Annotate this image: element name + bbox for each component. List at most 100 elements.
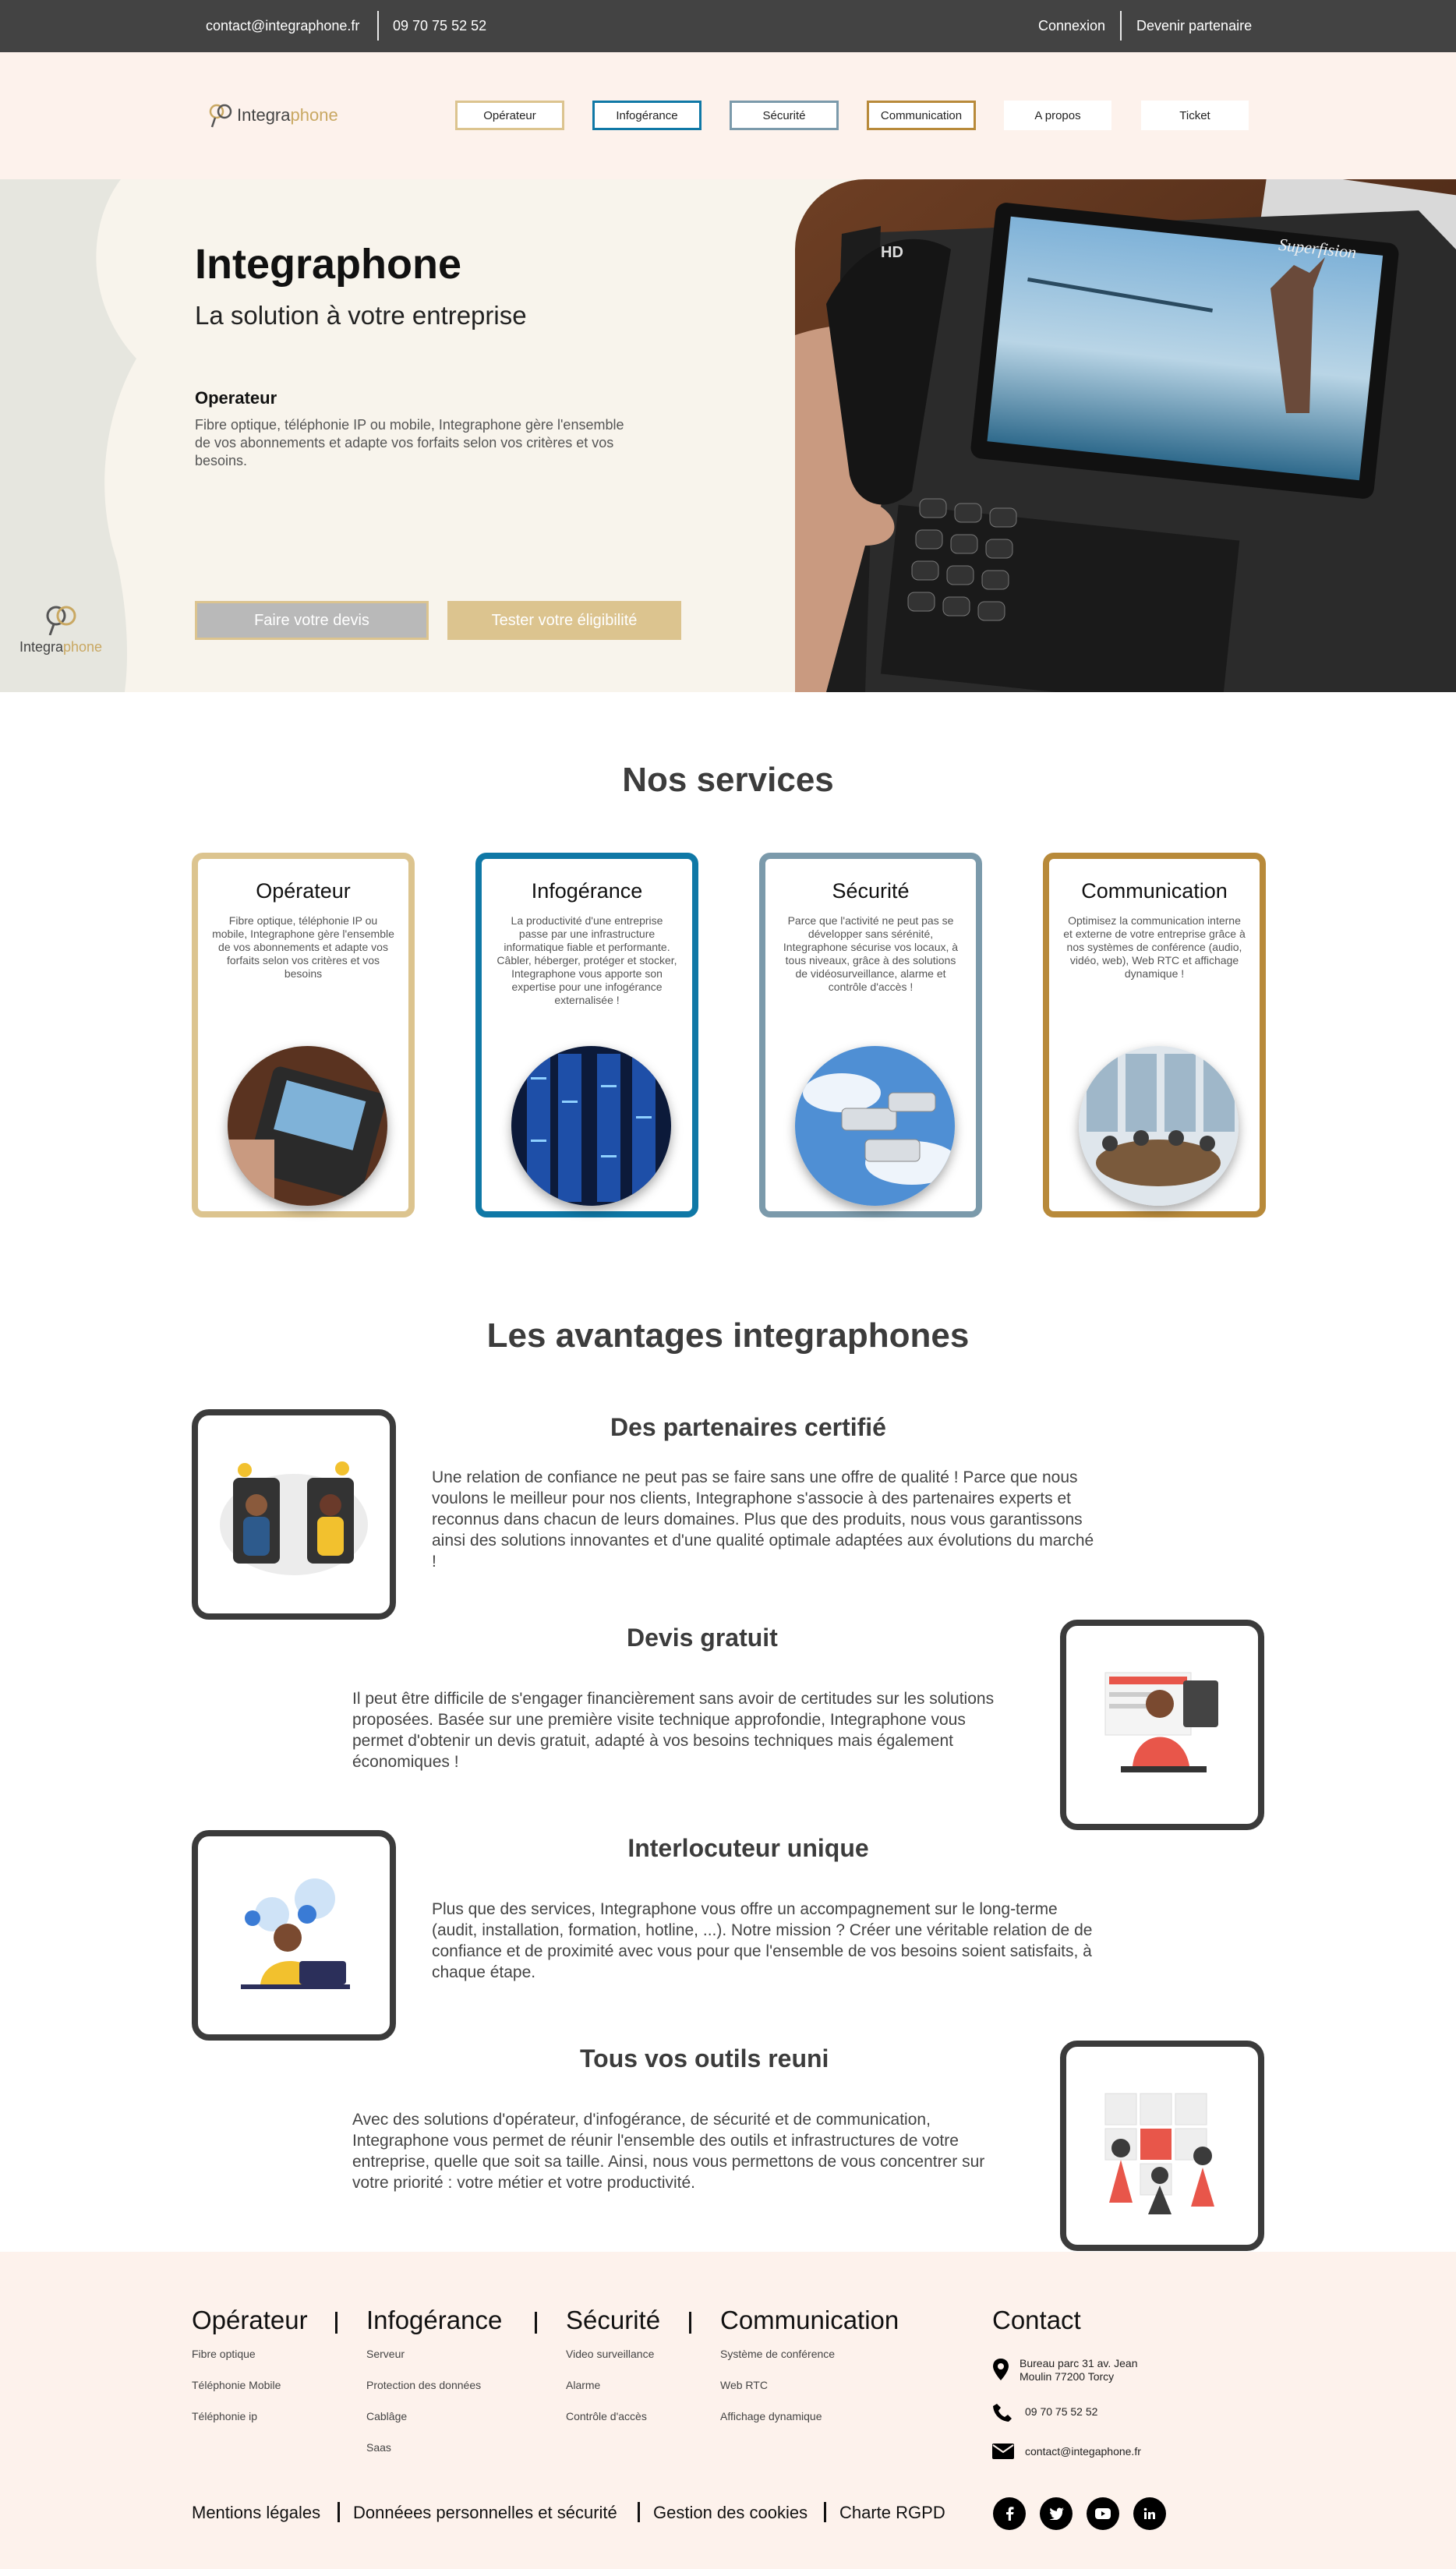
nav-a-propos[interactable]: A propos: [1004, 101, 1111, 130]
privacy-link[interactable]: Donnéees personnelles et sécurité: [353, 2503, 617, 2523]
contact-phone[interactable]: 09 70 75 52 52: [1025, 2405, 1097, 2418]
facebook-icon[interactable]: [993, 2497, 1026, 2530]
service-card-text: La productivité d'une entreprise passe p…: [497, 914, 677, 1006]
advantage-illustration-partners: [192, 1409, 396, 1620]
divider: [377, 11, 379, 41]
main-nav: Integra phone Opérateur Infogérance Sécur…: [0, 52, 1456, 179]
logo-text-a: Integra: [237, 105, 291, 125]
divider: [824, 2502, 826, 2522]
topbar-phone-link[interactable]: 09 70 75 52 52: [393, 18, 486, 34]
service-card-title: Communication: [1081, 879, 1228, 903]
legal-link[interactable]: Mentions légales: [192, 2503, 320, 2523]
twitter-icon[interactable]: [1040, 2497, 1073, 2530]
divider: [638, 2502, 640, 2522]
logo-text-b: phone: [290, 105, 338, 125]
advantage-text: Il peut être difficile de s'engager fina…: [352, 1690, 995, 1771]
service-card-securite[interactable]: Sécurité Parce que l'activité ne peut pa…: [759, 853, 982, 1217]
cookies-link[interactable]: Gestion des cookies: [653, 2503, 808, 2523]
nav-communication[interactable]: Communication: [867, 101, 976, 130]
footer-col-title[interactable]: Opérateur: [192, 2306, 308, 2335]
hero-phone-image: HD Superfision: [795, 179, 1456, 692]
hero-side-logo: Integraphone: [6, 604, 115, 656]
topbar-email-link[interactable]: contact@integraphone.fr: [206, 18, 359, 34]
footer-col-title[interactable]: Sécurité: [566, 2306, 660, 2335]
service-card-title: Opérateur: [256, 879, 351, 903]
advantage-title: Devis gratuit: [627, 1624, 778, 1652]
eligibility-button[interactable]: Tester votre éligibilité: [447, 601, 681, 640]
nav-securite[interactable]: Sécurité: [730, 101, 839, 130]
contact-address-line1: Bureau parc 31 av. Jean: [1020, 2357, 1138, 2369]
advantage-title: Tous vos outils reuni: [580, 2044, 829, 2073]
footer-link[interactable]: Système de conférence: [720, 2348, 835, 2360]
nav-operateur[interactable]: Opérateur: [455, 101, 564, 130]
service-card-title: Sécurité: [832, 879, 910, 903]
footer-col-title[interactable]: Infogérance: [366, 2306, 502, 2335]
footer-link[interactable]: Téléphonie Mobile: [192, 2379, 281, 2391]
service-card-text: Parce que l'activité ne peut pas se déve…: [783, 914, 959, 993]
service-card-text: Optimisez la communication interne et ex…: [1063, 914, 1246, 980]
service-card-image-cameras: [795, 1046, 955, 1206]
service-card-title: Infogérance: [531, 879, 643, 903]
hero-section-text: Fibre optique, téléphonie IP ou mobile, …: [195, 417, 624, 468]
hero-title: Integraphone: [195, 241, 462, 288]
advantage-title: Interlocuteur unique: [627, 1834, 869, 1862]
logo[interactable]: Integra phone: [207, 102, 338, 129]
partner-link[interactable]: Devenir partenaire: [1136, 18, 1252, 34]
divider: [335, 2312, 337, 2334]
nav-infogerance[interactable]: Infogérance: [592, 101, 701, 130]
contact-email[interactable]: contact@integaphone.fr: [1025, 2445, 1141, 2458]
handset-label: HD: [881, 244, 903, 261]
divider: [535, 2312, 537, 2334]
mail-icon: [992, 2444, 1014, 2459]
service-card-infogerance[interactable]: Infogérance La productivité d'une entrep…: [475, 853, 698, 1217]
service-card-image-phone: [228, 1046, 387, 1206]
quote-button[interactable]: Faire votre devis: [195, 601, 429, 640]
footer-link[interactable]: Saas: [366, 2441, 391, 2454]
hero-subtitle: La solution à votre entreprise: [195, 301, 527, 330]
logo-text-a: Integra: [19, 639, 63, 655]
nav-ticket[interactable]: Ticket: [1141, 101, 1249, 130]
service-card-communication[interactable]: Communication Optimisez la communication…: [1043, 853, 1266, 1217]
advantage-illustration-contact: [192, 1830, 396, 2041]
divider: [337, 2502, 340, 2522]
advantages-title: Les avantages integraphones: [486, 1316, 970, 1355]
footer-link[interactable]: Video surveillance: [566, 2348, 654, 2360]
logo-icon: [209, 104, 232, 128]
location-pin-icon: [993, 2359, 1009, 2380]
footer-link[interactable]: Fibre optique: [192, 2348, 256, 2360]
logo-text-b: phone: [62, 639, 103, 655]
login-link[interactable]: Connexion: [1038, 18, 1105, 34]
footer-link[interactable]: Téléphonie ip: [192, 2410, 257, 2422]
top-bar: contact@integraphone.fr 09 70 75 52 52 C…: [0, 0, 1456, 52]
youtube-icon[interactable]: [1087, 2497, 1119, 2530]
rgpd-link[interactable]: Charte RGPD: [839, 2503, 945, 2523]
divider: [689, 2312, 691, 2334]
advantage-illustration-quote: [1060, 1620, 1264, 1830]
contact-address-line2: Moulin 77200 Torcy: [1020, 2370, 1115, 2383]
advantage-text: Une relation de confiance ne peut pas se…: [432, 1468, 1094, 1571]
divider: [1120, 11, 1122, 41]
footer-link[interactable]: Protection des données: [366, 2379, 481, 2391]
service-card-text: Fibre optique, téléphonie IP ou mobile, …: [212, 914, 394, 980]
footer-link[interactable]: Web RTC: [720, 2379, 768, 2391]
footer-link[interactable]: Alarme: [566, 2379, 600, 2391]
footer-link[interactable]: Affichage dynamique: [720, 2410, 822, 2422]
footer-col-title[interactable]: Communication: [720, 2306, 899, 2335]
advantage-title: Des partenaires certifié: [610, 1413, 886, 1441]
footer-link[interactable]: Cablâge: [366, 2410, 407, 2422]
footer-link[interactable]: Serveur: [366, 2348, 405, 2360]
service-card-operateur[interactable]: Opérateur Fibre optique, téléphonie IP o…: [192, 853, 415, 1217]
footer-link[interactable]: Contrôle d'accès: [566, 2410, 647, 2422]
advantage-text: Avec des solutions d'opérateur, d'infogé…: [352, 2111, 985, 2192]
advantage-illustration-tools: [1060, 2041, 1264, 2251]
hero-section-title: Operateur: [195, 388, 277, 408]
advantage-text: Plus que des services, Integraphone vous…: [432, 1900, 1093, 1981]
logo-icon: [46, 606, 76, 636]
services-title: Nos services: [622, 761, 834, 799]
linkedin-icon[interactable]: [1133, 2497, 1166, 2530]
service-card-image-meeting: [1079, 1046, 1239, 1206]
service-card-image-servers: [511, 1046, 671, 1206]
contact-title: Contact: [992, 2306, 1081, 2334]
phone-icon: [993, 2404, 1012, 2422]
hero-section: Integraphone Integraphone La solution à …: [0, 179, 1456, 692]
